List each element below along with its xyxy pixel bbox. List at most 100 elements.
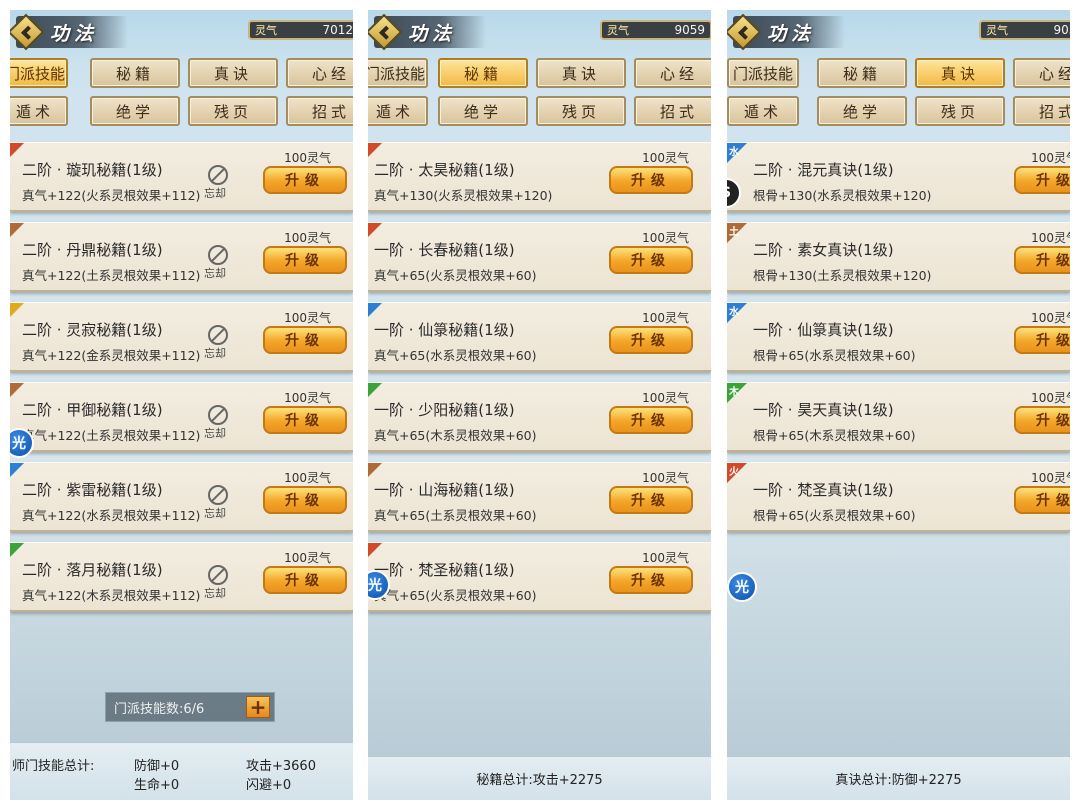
upgrade-cost: 100灵气 bbox=[1031, 151, 1070, 165]
forget-button[interactable]: 忘却 bbox=[204, 325, 232, 365]
tab-heart-sutra[interactable]: 心经 bbox=[286, 58, 353, 88]
tab-true-formula[interactable]: 真诀 bbox=[536, 58, 626, 88]
plus-icon: + bbox=[249, 695, 267, 719]
page-title: 功法 bbox=[767, 23, 816, 45]
forget-button[interactable]: 忘却 bbox=[204, 485, 232, 525]
upgrade-cost: 100灵气 bbox=[1031, 231, 1070, 245]
back-button[interactable] bbox=[10, 13, 45, 51]
upgrade-cost: 100灵气 bbox=[284, 391, 331, 405]
upgrade-button[interactable]: 升级 bbox=[263, 166, 347, 194]
floating-assistant-icon[interactable]: 光 bbox=[10, 428, 34, 458]
skill-card: 火 一阶 · 梵圣真诀(1级) 根骨+65(火系灵根效果+60) 100灵气 升… bbox=[727, 462, 1070, 532]
forget-button[interactable]: 忘却 bbox=[204, 245, 232, 285]
upgrade-cost: 100灵气 bbox=[642, 551, 689, 565]
upgrade-cost: 100灵气 bbox=[642, 151, 689, 165]
back-button[interactable] bbox=[727, 13, 762, 51]
tab-escape-art[interactable]: 遁术 bbox=[368, 96, 428, 126]
skill-name: 二阶 · 混元真诀(1级) bbox=[753, 161, 894, 179]
forget-button[interactable]: 忘却 bbox=[204, 165, 232, 205]
skill-count-box: 门派技能数:6/6 + bbox=[105, 692, 275, 722]
tab-fragments[interactable]: 残页 bbox=[915, 96, 1005, 126]
upgrade-button[interactable]: 升级 bbox=[609, 166, 693, 194]
skill-name: 一阶 · 昊天真诀(1级) bbox=[753, 401, 894, 419]
lingqi-label: 灵气 bbox=[255, 24, 277, 37]
tab-row-1: 门派技能 秘籍 真诀 心经 bbox=[727, 58, 1070, 88]
skill-desc: 真气+65(火系灵根效果+60) bbox=[374, 268, 537, 283]
tab-sect-skills[interactable]: 门派技能 bbox=[368, 58, 428, 88]
skill-desc: 真气+122(火系灵根效果+112) bbox=[22, 188, 201, 203]
lingqi-value: 7012 bbox=[322, 23, 353, 37]
skill-desc: 根骨+130(土系灵根效果+120) bbox=[753, 268, 932, 283]
skill-name: 二阶 · 素女真诀(1级) bbox=[753, 241, 894, 259]
tab-fragments[interactable]: 残页 bbox=[188, 96, 278, 126]
upgrade-button[interactable]: 升级 bbox=[609, 406, 693, 434]
upgrade-button[interactable]: 升级 bbox=[1014, 326, 1070, 354]
lingqi-display: 灵气 7012 bbox=[248, 20, 353, 40]
upgrade-button[interactable]: 升级 bbox=[263, 326, 347, 354]
skill-desc: 根骨+65(火系灵根效果+60) bbox=[753, 508, 916, 523]
skill-card: 水 一阶 · 仙箓真诀(1级) 根骨+65(水系灵根效果+60) 100灵气 升… bbox=[727, 302, 1070, 372]
skill-name: 二阶 · 灵寂秘籍(1级) bbox=[22, 321, 163, 339]
forget-button[interactable]: 忘却 bbox=[204, 405, 232, 445]
element-corner bbox=[10, 383, 24, 397]
element-corner bbox=[368, 143, 382, 157]
upgrade-button[interactable]: 升级 bbox=[1014, 406, 1070, 434]
tab-heart-sutra[interactable]: 心经 bbox=[634, 58, 711, 88]
tab-heart-sutra[interactable]: 心经 bbox=[1013, 58, 1070, 88]
skill-name: 二阶 · 璇玑秘籍(1级) bbox=[22, 161, 163, 179]
tab-ultimate-art[interactable]: 绝学 bbox=[817, 96, 907, 126]
back-button[interactable] bbox=[368, 13, 403, 51]
upgrade-button[interactable]: 升级 bbox=[263, 486, 347, 514]
tab-escape-art[interactable]: 遁术 bbox=[10, 96, 68, 126]
upgrade-button[interactable]: 升级 bbox=[263, 246, 347, 274]
skill-name: 一阶 · 梵圣真诀(1级) bbox=[753, 481, 894, 499]
upgrade-cost: 100灵气 bbox=[1031, 391, 1070, 405]
skill-card: 二阶 · 太昊秘籍(1级) 真气+130(火系灵根效果+120) 100灵气 升… bbox=[368, 142, 711, 212]
upgrade-button[interactable]: 升级 bbox=[1014, 246, 1070, 274]
element-corner bbox=[10, 223, 24, 237]
upgrade-button[interactable]: 升级 bbox=[609, 486, 693, 514]
forget-button[interactable]: 忘却 bbox=[204, 565, 232, 605]
tab-moves[interactable]: 招式 bbox=[1013, 96, 1070, 126]
tab-row-2: 遁术 绝学 残页 招式 bbox=[368, 96, 711, 126]
tab-secret-books[interactable]: 秘籍 bbox=[438, 58, 528, 88]
tab-moves[interactable]: 招式 bbox=[286, 96, 353, 126]
upgrade-button[interactable]: 升级 bbox=[609, 246, 693, 274]
upgrade-button[interactable]: 升级 bbox=[609, 326, 693, 354]
upgrade-button[interactable]: 升级 bbox=[1014, 166, 1070, 194]
floating-assistant-icon[interactable]: 光 bbox=[727, 572, 757, 602]
skill-card: 土 二阶 · 素女真诀(1级) 根骨+130(土系灵根效果+120) 100灵气… bbox=[727, 222, 1070, 292]
tab-sect-skills[interactable]: 门派技能 bbox=[10, 58, 68, 88]
tab-moves[interactable]: 招式 bbox=[634, 96, 711, 126]
upgrade-button[interactable]: 升级 bbox=[263, 406, 347, 434]
skill-card: 一阶 · 少阳秘籍(1级) 真气+65(木系灵根效果+60) 100灵气 升级 bbox=[368, 382, 711, 452]
skill-card: 一阶 · 山海秘籍(1级) 真气+65(土系灵根效果+60) 100灵气 升级 bbox=[368, 462, 711, 532]
tab-sect-skills[interactable]: 门派技能 bbox=[727, 58, 799, 88]
tab-escape-art[interactable]: 遁术 bbox=[727, 96, 799, 126]
element-corner bbox=[368, 383, 382, 397]
forget-label: 忘却 bbox=[204, 187, 226, 200]
upgrade-button[interactable]: 升级 bbox=[263, 566, 347, 594]
skill-desc: 根骨+130(水系灵根效果+120) bbox=[753, 188, 932, 203]
skill-card: 二阶 · 丹鼎秘籍(1级) 真气+122(土系灵根效果+112) 忘却 100灵… bbox=[10, 222, 353, 292]
skill-card: 二阶 · 灵寂秘籍(1级) 真气+122(金系灵根效果+112) 忘却 100灵… bbox=[10, 302, 353, 372]
tab-true-formula[interactable]: 真诀 bbox=[188, 58, 278, 88]
top-bar: 功法 灵气 9059 bbox=[368, 10, 711, 56]
tab-ultimate-art[interactable]: 绝学 bbox=[438, 96, 528, 126]
upgrade-cost: 100灵气 bbox=[1031, 471, 1070, 485]
tab-ultimate-art[interactable]: 绝学 bbox=[90, 96, 180, 126]
tab-fragments[interactable]: 残页 bbox=[536, 96, 626, 126]
lingqi-label: 灵气 bbox=[607, 24, 629, 37]
tab-secret-books[interactable]: 秘籍 bbox=[90, 58, 180, 88]
skill-card: 二阶 · 落月秘籍(1级) 真气+122(木系灵根效果+112) 忘却 100灵… bbox=[10, 542, 353, 612]
upgrade-cost: 100灵气 bbox=[642, 471, 689, 485]
tab-secret-books[interactable]: 秘籍 bbox=[817, 58, 907, 88]
skill-card: 木 一阶 · 昊天真诀(1级) 根骨+65(木系灵根效果+60) 100灵气 升… bbox=[727, 382, 1070, 452]
add-slot-button[interactable]: + bbox=[246, 695, 270, 719]
tab-row-1: 门派技能 秘籍 真诀 心经 bbox=[368, 58, 711, 88]
footer-total: 秘籍总计:攻击+2275 bbox=[476, 773, 603, 788]
upgrade-button[interactable]: 升级 bbox=[609, 566, 693, 594]
tab-true-formula[interactable]: 真诀 bbox=[915, 58, 1005, 88]
back-arrow-icon bbox=[10, 13, 45, 51]
upgrade-button[interactable]: 升级 bbox=[1014, 486, 1070, 514]
